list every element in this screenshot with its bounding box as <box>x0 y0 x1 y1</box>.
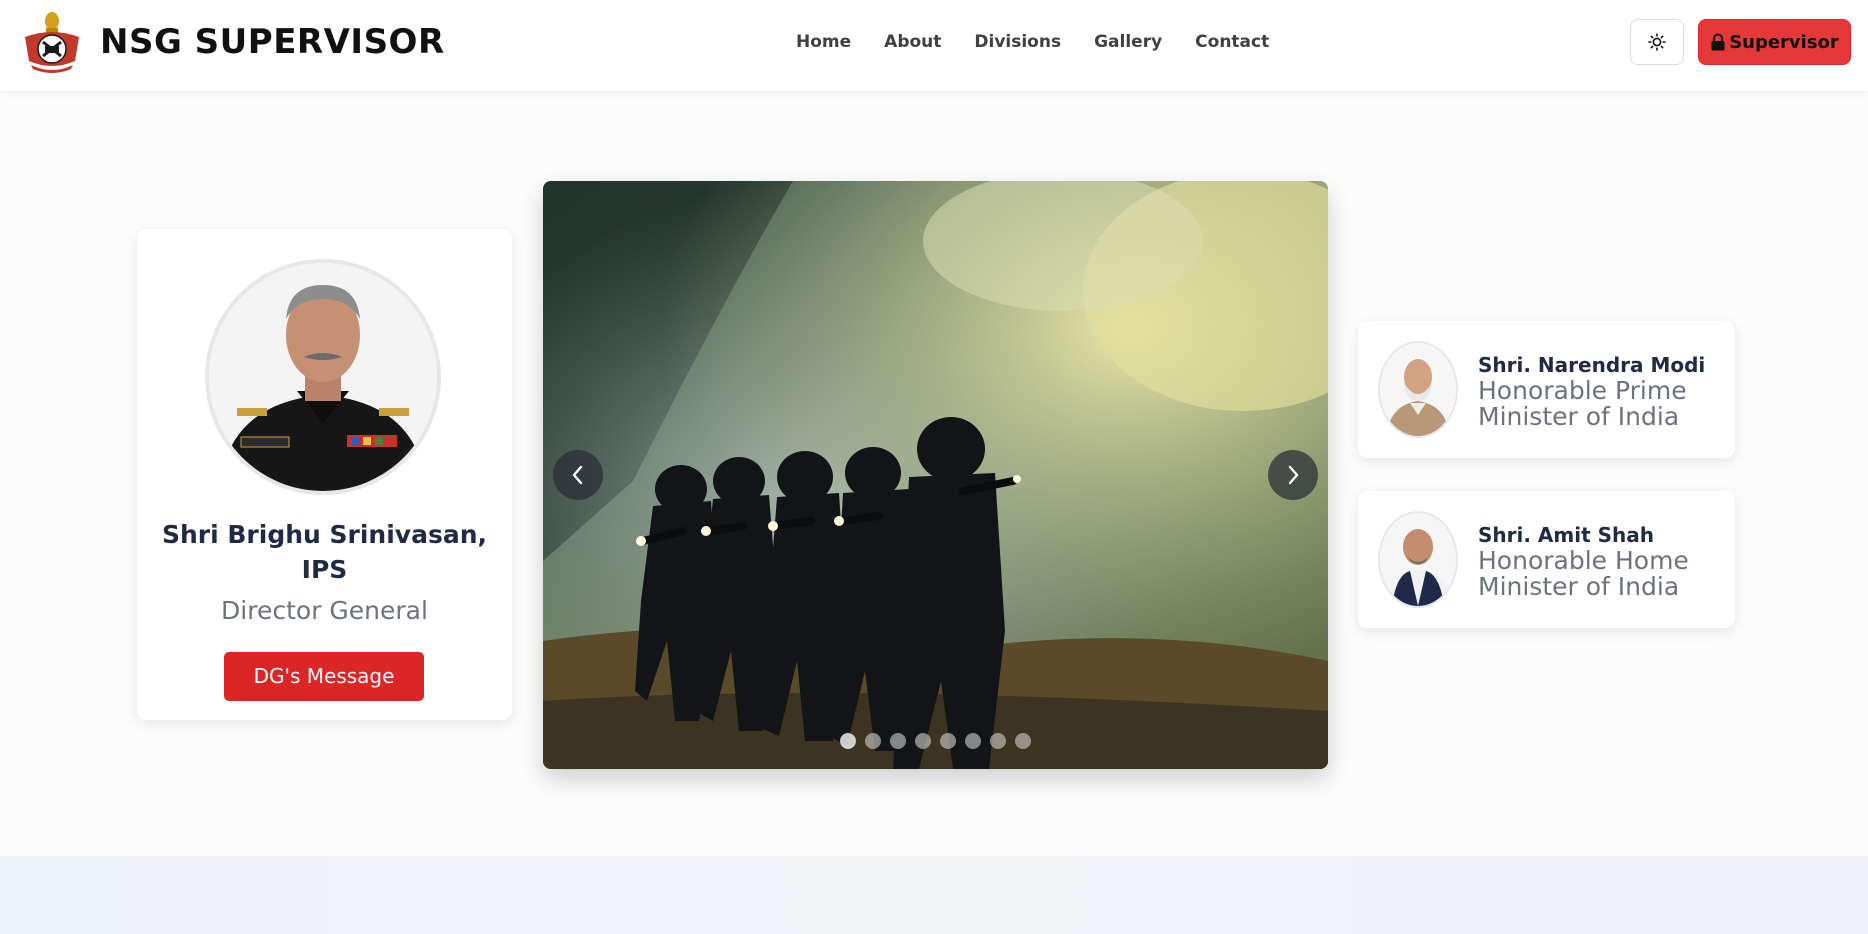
director-general-card: Shri Brighu Srinivasan, IPS Director Gen… <box>137 229 512 720</box>
main-nav: Home About Divisions Gallery Contact <box>796 28 1269 56</box>
carousel-dot[interactable] <box>890 733 906 749</box>
nav-gallery[interactable]: Gallery <box>1094 28 1162 56</box>
site-header: NSG SUPERVISOR Home About Divisions Gall… <box>0 0 1868 91</box>
carousel-dot[interactable] <box>990 733 1006 749</box>
leader-name: Shri. Amit Shah <box>1478 523 1654 547</box>
nav-about[interactable]: About <box>884 28 941 56</box>
carousel-dot[interactable] <box>865 733 881 749</box>
leader-avatar <box>1378 341 1458 438</box>
nav-contact[interactable]: Contact <box>1195 28 1269 56</box>
supervisor-login-button[interactable]: Supervisor <box>1698 19 1851 65</box>
supervisor-label: Supervisor <box>1729 31 1839 53</box>
leader-avatar <box>1378 511 1458 608</box>
nav-home[interactable]: Home <box>796 28 851 56</box>
chevron-right-icon <box>1288 465 1299 485</box>
carousel-prev-button[interactable] <box>553 450 603 500</box>
dg-name: Shri Brighu Srinivasan, IPS <box>161 520 488 584</box>
sun-icon <box>1648 33 1666 51</box>
carousel-dot[interactable] <box>965 733 981 749</box>
leader-card-prime-minister: Shri. Narendra Modi Honorable Prime Mini… <box>1358 321 1735 458</box>
dg-title: Director General <box>221 596 428 625</box>
carousel-indicators <box>840 733 1031 749</box>
leader-role: Honorable Home Minister of India <box>1478 546 1689 601</box>
leader-card-home-minister: Shri. Amit Shah Honorable Home Minister … <box>1358 491 1735 628</box>
lock-icon <box>1711 33 1725 51</box>
next-section-band <box>0 856 1868 934</box>
carousel-dot[interactable] <box>1015 733 1031 749</box>
nav-divisions[interactable]: Divisions <box>974 28 1061 56</box>
carousel-dot[interactable] <box>840 733 856 749</box>
brand-title[interactable]: NSG SUPERVISOR <box>100 18 445 66</box>
dg-portrait <box>205 259 441 495</box>
carousel-slide-image <box>543 181 1328 769</box>
carousel-next-button[interactable] <box>1268 450 1318 500</box>
nsg-emblem-logo[interactable] <box>19 9 85 75</box>
carousel-dot[interactable] <box>940 733 956 749</box>
chevron-left-icon <box>572 465 583 485</box>
dg-message-button[interactable]: DG's Message <box>224 652 424 701</box>
leader-name: Shri. Narendra Modi <box>1478 353 1706 377</box>
theme-toggle-button[interactable] <box>1630 19 1684 65</box>
leader-role: Honorable Prime Minister of India <box>1478 376 1687 431</box>
carousel-dot[interactable] <box>915 733 931 749</box>
hero-carousel[interactable] <box>543 181 1328 769</box>
